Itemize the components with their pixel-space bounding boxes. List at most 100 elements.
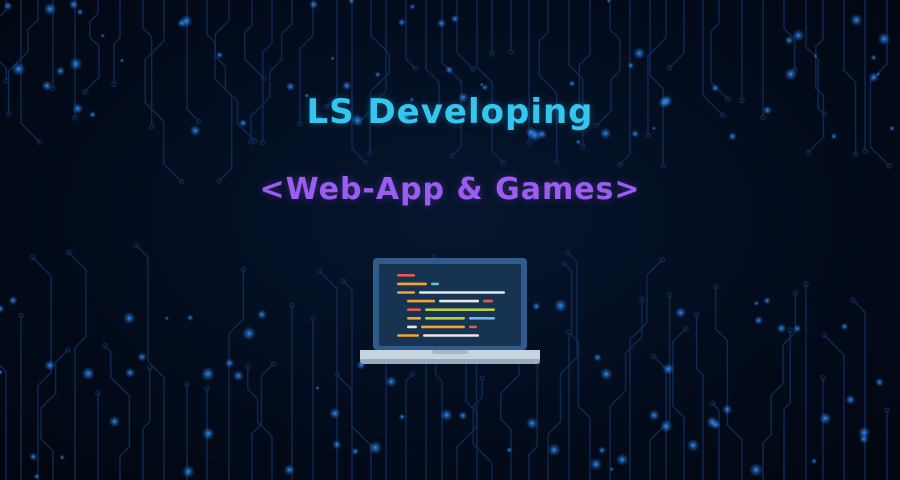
circuit-trace	[823, 334, 845, 480]
circuit-node	[821, 332, 828, 339]
glow-dot	[811, 458, 818, 465]
circuit-node	[29, 254, 36, 261]
glow-dot	[575, 139, 582, 145]
code-line	[469, 317, 495, 320]
glow-dot	[686, 439, 700, 452]
glow-dot	[875, 377, 884, 387]
glow-dot	[440, 408, 453, 422]
glow-dot	[409, 3, 416, 10]
banner: LS Developing <Web-App & Games>	[0, 0, 900, 480]
code-line	[397, 334, 419, 337]
glow-dot	[330, 56, 335, 61]
circuit-trace	[325, 0, 338, 108]
glow-dot	[754, 315, 764, 325]
circuit-trace	[135, 244, 165, 480]
laptop-code-icon	[360, 258, 540, 364]
code-line	[397, 282, 427, 286]
code-line	[439, 299, 479, 303]
code-line	[407, 299, 435, 303]
circuit-trace	[668, 0, 685, 69]
glow-dot	[450, 14, 459, 23]
glow-dot	[553, 298, 568, 313]
circuit-trace	[0, 364, 7, 480]
circuit-node	[709, 400, 716, 407]
glow-dot	[445, 65, 454, 75]
circuit-trace	[649, 295, 671, 480]
glow-dot	[8, 295, 18, 305]
glow-dot	[119, 58, 125, 63]
circuit-trace	[695, 314, 704, 480]
circuit-trace	[40, 349, 69, 480]
glow-dot	[285, 82, 295, 92]
glow-dot	[660, 419, 673, 433]
glow-dot	[182, 465, 195, 478]
glow-dot	[436, 18, 446, 28]
glow-dot	[662, 363, 675, 375]
glow-dot	[711, 84, 719, 92]
glow-dot	[616, 453, 629, 466]
glow-dot	[598, 446, 606, 455]
glow-dot	[81, 366, 96, 381]
glow-dot	[3, 1, 13, 11]
glow-dot	[648, 409, 660, 421]
glow-dot	[568, 80, 576, 87]
glow-dot	[33, 473, 40, 480]
glow-dot	[784, 35, 794, 45]
glow-dot	[55, 66, 66, 76]
glow-dot	[164, 316, 169, 321]
glow-dot	[368, 440, 383, 455]
glow-dot	[180, 14, 193, 28]
laptop-trackpad-notch	[432, 350, 468, 354]
circuit-trace	[609, 299, 643, 480]
glow-dot	[137, 352, 147, 362]
glow-dot	[784, 67, 797, 81]
code-line	[397, 291, 415, 294]
glow-dot	[722, 404, 733, 415]
glow-dot	[859, 434, 869, 444]
circuit-trace	[206, 0, 233, 182]
circuit-trace	[351, 0, 367, 164]
glow-dot	[627, 62, 635, 69]
circuit-trace	[84, 0, 100, 93]
circuit-trace	[68, 251, 87, 480]
circuit-trace	[405, 373, 414, 480]
circuit-trace	[629, 259, 663, 480]
glow-dot	[753, 300, 760, 306]
glow-dot	[877, 32, 891, 46]
code-line	[483, 299, 493, 303]
glow-dot	[29, 452, 38, 461]
glow-dot	[458, 411, 468, 420]
code-line	[421, 325, 465, 329]
glow-dot	[332, 440, 342, 449]
glow-dot	[0, 304, 5, 314]
banner-subtitle: <Web-App & Games>	[259, 172, 641, 207]
glow-dot	[374, 71, 381, 78]
circuit-trace	[619, 0, 631, 166]
code-line	[423, 334, 479, 337]
glow-dot	[845, 394, 856, 405]
glow-dot	[351, 447, 360, 456]
glow-dot	[216, 51, 224, 59]
circuit-node	[412, 65, 419, 72]
glow-dot	[398, 413, 406, 421]
circuit-trace	[336, 374, 372, 480]
glow-dot	[600, 367, 613, 381]
circuit-trace	[711, 402, 720, 480]
glow-dot	[819, 412, 832, 425]
glow-dot	[69, 57, 83, 71]
glow-dot	[609, 466, 614, 472]
glow-dot	[793, 324, 802, 333]
glow-dot	[763, 296, 771, 305]
circuit-node	[409, 371, 416, 377]
glow-dot	[242, 326, 256, 341]
glow-dot	[59, 454, 65, 461]
circuit-node	[659, 256, 666, 263]
glow-dot	[870, 54, 877, 61]
glow-dot	[776, 323, 787, 334]
glow-dot	[840, 322, 849, 331]
glow-dot	[589, 457, 603, 471]
circuit-trace	[425, 0, 440, 106]
circuit-node	[317, 268, 323, 275]
code-line	[431, 282, 439, 286]
circuit-trace	[476, 0, 504, 164]
